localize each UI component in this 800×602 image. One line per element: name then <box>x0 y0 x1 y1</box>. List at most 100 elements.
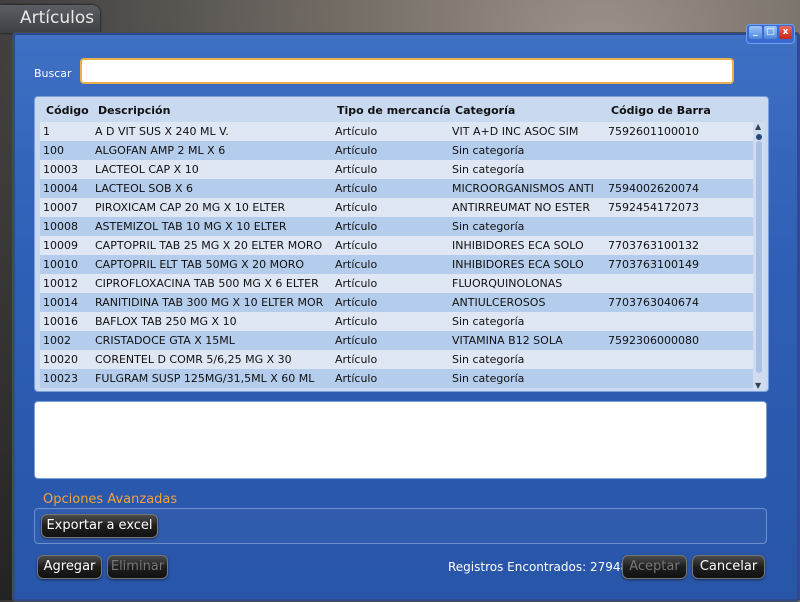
maximize-icon[interactable]: □ <box>764 26 777 39</box>
cell-descripcion: ASTEMIZOL TAB 10 MG X 10 ELTER <box>95 220 287 233</box>
cell-tipo: Artículo <box>335 353 378 366</box>
cell-codigo: 10008 <box>43 220 78 233</box>
cell-tipo: Artículo <box>335 372 378 385</box>
scroll-down-icon[interactable]: ▼ <box>755 381 761 390</box>
cell-descripcion: ALGOFAN AMP 2 ML X 6 <box>95 144 226 157</box>
cell-descripcion: BAFLOX TAB 250 MG X 10 <box>95 315 237 328</box>
cell-codigo: 10012 <box>43 277 78 290</box>
cell-codigo: 10023 <box>43 372 78 385</box>
close-icon[interactable]: x <box>779 26 792 39</box>
cell-codigo: 1 <box>43 125 50 138</box>
cell-categoria: MICROORGANISMOS ANTI <box>452 182 594 195</box>
cell-tipo: Artículo <box>335 163 378 176</box>
table-row[interactable]: 10010 CAPTOPRIL ELT TAB 50MG X 20 MORO Art… <box>40 255 753 274</box>
cell-codigo: 10010 <box>43 258 78 271</box>
cell-categoria: INHIBIDORES ECA SOLO <box>452 239 584 252</box>
table-row[interactable]: 1 A D VIT SUS X 240 ML V. Artículo VIT A+D … <box>40 122 753 141</box>
header-categoria[interactable]: Categoría <box>455 104 515 117</box>
cell-codigo: 10003 <box>43 163 78 176</box>
header-descripcion[interactable]: Descripción <box>98 104 170 117</box>
cell-categoria: Sin categoría <box>452 372 525 385</box>
cell-categoria: VITAMINA B12 SOLA <box>452 334 563 347</box>
accept-button[interactable]: Aceptar <box>622 555 687 579</box>
cell-codigo-barra: 7703763100132 <box>608 239 699 252</box>
cell-tipo: Artículo <box>335 239 378 252</box>
cell-descripcion: CORENTEL D COMR 5/6,25 MG X 30 <box>95 353 292 366</box>
cell-categoria: Sin categoría <box>452 315 525 328</box>
advanced-options-title: Opciones Avanzadas <box>43 492 178 507</box>
records-found: Registros Encontrados: 27948 <box>448 560 629 574</box>
scroll-up-icon[interactable]: ▲ <box>755 122 761 131</box>
cell-descripcion: CIPROFLOXACINA TAB 500 MG X 6 ELTER <box>95 277 319 290</box>
window-title: Artículos <box>20 8 95 28</box>
search-label: Buscar <box>34 67 72 80</box>
table-row[interactable]: 10003 LACTEOL CAP X 10 Artículo Sin categor… <box>40 160 753 179</box>
cell-tipo: Artículo <box>335 144 378 157</box>
table-row[interactable]: 1002 CRISTADOCE GTA X 15ML Artículo VITAMIN… <box>40 331 753 350</box>
cell-categoria: ANTIULCEROSOS <box>452 296 546 309</box>
table-row[interactable]: 10008 ASTEMIZOL TAB 10 MG X 10 ELTER Artíc… <box>40 217 753 236</box>
cell-descripcion: CAPTOPRIL ELT TAB 50MG X 20 MORO <box>95 258 305 271</box>
cell-tipo: Artículo <box>335 201 378 214</box>
header-tipo[interactable]: Tipo de mercancía <box>337 104 451 117</box>
delete-button[interactable]: Eliminar <box>107 555 168 579</box>
cell-categoria: VIT A+D INC ASOC SIM <box>452 125 579 138</box>
window-title-tab: Artículos <box>0 5 100 33</box>
cell-tipo: Artículo <box>335 125 378 138</box>
cell-codigo: 10009 <box>43 239 78 252</box>
cell-tipo: Artículo <box>335 315 378 328</box>
cell-descripcion: A D VIT SUS X 240 ML V. <box>95 125 229 138</box>
cell-descripcion: PIROXICAM CAP 20 MG X 10 ELTER <box>95 201 286 214</box>
table-row[interactable]: 10020 CORENTEL D COMR 5/6,25 MG X 30 Artíc… <box>40 350 753 369</box>
cell-categoria: Sin categoría <box>452 220 525 233</box>
table-scrollbar[interactable]: ▲ ▼ <box>753 122 765 390</box>
cell-descripcion: FULGRAM SUSP 125MG/31,5ML X 60 ML <box>95 372 315 385</box>
table-row[interactable]: 10012 CIPROFLOXACINA TAB 500 MG X 6 ELTER… <box>40 274 753 293</box>
cell-tipo: Artículo <box>335 182 378 195</box>
cell-codigo: 10014 <box>43 296 78 309</box>
table-row[interactable]: 10016 BAFLOX TAB 250 MG X 10 Artículo Sin c… <box>40 312 753 331</box>
cell-categoria: Sin categoría <box>452 353 525 366</box>
cell-tipo: Artículo <box>335 277 378 290</box>
articles-table: Código Descripción Tipo de mercancía Cat… <box>34 96 769 392</box>
cancel-button[interactable]: Cancelar <box>692 555 765 579</box>
cell-tipo: Artículo <box>335 258 378 271</box>
cell-tipo: Artículo <box>335 334 378 347</box>
header-codigo[interactable]: Código <box>46 104 89 117</box>
add-button[interactable]: Agregar <box>37 555 102 579</box>
table-row[interactable]: 10004 LACTEOL SOB X 6 Artículo MICROORGANIS… <box>40 179 753 198</box>
cell-categoria: ANTIRREUMAT NO ESTER <box>452 201 591 214</box>
cell-codigo-barra: 7592454172073 <box>608 201 699 214</box>
cell-codigo-barra: 7594002620074 <box>608 182 699 195</box>
cell-codigo-barra: 7592306000080 <box>608 334 699 347</box>
cell-descripcion: LACTEOL SOB X 6 <box>95 182 194 195</box>
window-controls: _ □ x <box>746 24 795 44</box>
export-excel-button[interactable]: Exportar a excel <box>41 514 158 538</box>
table-row[interactable]: 100 ALGOFAN AMP 2 ML X 6 Artículo Sin categ… <box>40 141 753 160</box>
scroll-track[interactable] <box>756 141 762 373</box>
detail-panel <box>34 401 767 479</box>
cell-codigo: 1002 <box>43 334 71 347</box>
cell-codigo: 10016 <box>43 315 78 328</box>
cell-codigo-barra: 7703763100149 <box>608 258 699 271</box>
scroll-thumb[interactable] <box>756 134 762 140</box>
cell-tipo: Artículo <box>335 296 378 309</box>
cell-categoria: FLUORQUINOLONAS <box>452 277 563 290</box>
cell-codigo-barra: 7592601100010 <box>608 125 699 138</box>
table-row[interactable]: 10009 CAPTOPRIL TAB 25 MG X 20 ELTER MORO… <box>40 236 753 255</box>
cell-codigo: 100 <box>43 144 64 157</box>
header-codigo-barra[interactable]: Código de Barra <box>611 104 711 117</box>
cell-descripcion: CAPTOPRIL TAB 25 MG X 20 ELTER MORO <box>95 239 323 252</box>
cell-codigo: 10007 <box>43 201 78 214</box>
table-row[interactable]: 10014 RANITIDINA TAB 300 MG X 10 ELTER MO… <box>40 293 753 312</box>
cell-descripcion: CRISTADOCE GTA X 15ML <box>95 334 235 347</box>
table-row[interactable]: 10023 FULGRAM SUSP 125MG/31,5ML X 60 ML Ar… <box>40 369 753 388</box>
cell-codigo: 10020 <box>43 353 78 366</box>
search-input[interactable] <box>80 58 734 84</box>
minimize-icon[interactable]: _ <box>749 26 762 39</box>
cell-codigo: 10004 <box>43 182 78 195</box>
cell-descripcion: LACTEOL CAP X 10 <box>95 163 199 176</box>
table-header: Código Descripción Tipo de mercancía Cat… <box>35 97 768 121</box>
cell-codigo-barra: 7703763040674 <box>608 296 699 309</box>
table-row[interactable]: 10007 PIROXICAM CAP 20 MG X 10 ELTER Artíc… <box>40 198 753 217</box>
